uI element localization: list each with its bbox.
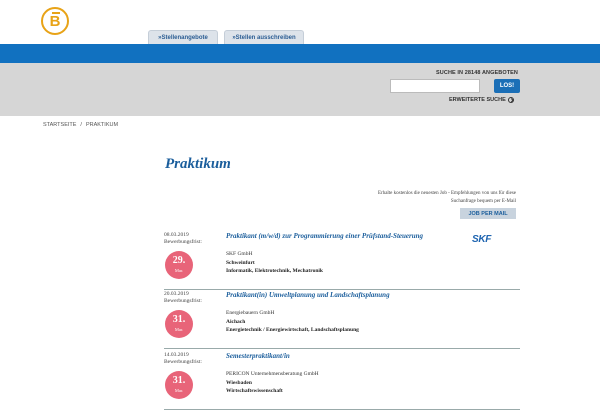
job-category: Wirtschaftswissenschaft (226, 388, 283, 394)
breadcrumb-home[interactable]: STARTSEITE (43, 122, 76, 128)
breadcrumb: STARTSEITE / PRAKTIKUM (43, 122, 118, 128)
job-listing: 14.03.2019 Bewerbungsfrist: 31. Mar. Sem… (164, 352, 520, 410)
search-title: SUCHE IN 28148 ANGEBOTEN (436, 70, 518, 76)
chevron-circle-icon (507, 97, 514, 103)
listing-date: 08.03.2019 (164, 232, 189, 238)
site-logo[interactable]: B (41, 7, 69, 35)
company-name: Energiebauern GmbH (226, 310, 275, 316)
deadline-day: 31. (172, 375, 186, 386)
job-listing: 20.03.2019 Bewerbungsfrist: 31. Mar. Pra… (164, 291, 520, 349)
page-title: Praktikum (165, 156, 231, 172)
search-input[interactable] (390, 79, 480, 93)
company-name: PERICON Unternehmensberatung GmbH (226, 371, 319, 377)
job-category: Informatik, Elektrotechnik, Mechatronik (226, 268, 323, 274)
job-city: Schweinfurt (226, 260, 255, 266)
job-category: Energietechnik / Energiewirtschaft, Land… (226, 327, 359, 333)
job-city: Aichach (226, 319, 246, 325)
listing-date: 20.03.2019 (164, 291, 189, 297)
tab-stellen-ausschreiben[interactable]: »Stellen ausschreiben (224, 30, 304, 44)
listing-date-block: 20.03.2019 Bewerbungsfrist: (164, 291, 202, 305)
logo-letter: B (49, 12, 61, 30)
deadline-label: Bewerbungsfrist: (164, 359, 202, 365)
deadline-badge: 31. Mar. (165, 371, 193, 399)
listing-date-block: 14.03.2019 Bewerbungsfrist: (164, 352, 202, 366)
deadline-day: 31. (172, 314, 186, 325)
deadline-day: 29. (172, 255, 186, 266)
advanced-search-link[interactable]: ERWEITERTE SUCHE (449, 97, 514, 103)
job-listing: 08.03.2019 Bewerbungsfrist: 29. Mar. Pra… (164, 232, 520, 290)
job-per-mail-button[interactable]: JOB PER MAIL (460, 208, 516, 219)
advanced-search-label: ERWEITERTE SUCHE (449, 97, 506, 103)
job-title-link[interactable]: Praktikant (m/w/d) zur Programmierung ei… (226, 232, 423, 240)
company-logo[interactable]: SKF (472, 234, 491, 245)
listing-date-block: 08.03.2019 Bewerbungsfrist: (164, 232, 202, 246)
deadline-label: Bewerbungsfrist: (164, 239, 202, 245)
job-city: Wiesbaden (226, 380, 252, 386)
company-name: SKF GmbH (226, 251, 253, 257)
breadcrumb-current: PRAKTIKUM (85, 122, 119, 128)
listing-date: 14.03.2019 (164, 352, 189, 358)
job-title-link[interactable]: Praktikant(in) Umweltplanung und Landsch… (226, 291, 390, 299)
tab-stellenangebote[interactable]: »Stellenangebote (148, 30, 218, 44)
job-title-link[interactable]: Semesterpraktikant/in (226, 352, 290, 360)
deadline-label: Bewerbungsfrist: (164, 298, 202, 304)
nav-bar (0, 44, 600, 63)
breadcrumb-separator: / (80, 122, 82, 128)
email-note: Erhalte kostenlos die neuesten Job - Emp… (377, 191, 516, 204)
deadline-badge: 31. Mar. (165, 310, 193, 338)
top-header: B »Stellenangebote »Stellen ausschreiben (0, 0, 600, 44)
deadline-month: Mar. (174, 388, 184, 393)
main-tabs: »Stellenangebote »Stellen ausschreiben (148, 30, 304, 44)
search-button[interactable]: LOS! (494, 79, 520, 93)
deadline-month: Mar. (174, 268, 184, 273)
deadline-month: Mar. (174, 327, 184, 332)
deadline-badge: 29. Mar. (165, 251, 193, 279)
